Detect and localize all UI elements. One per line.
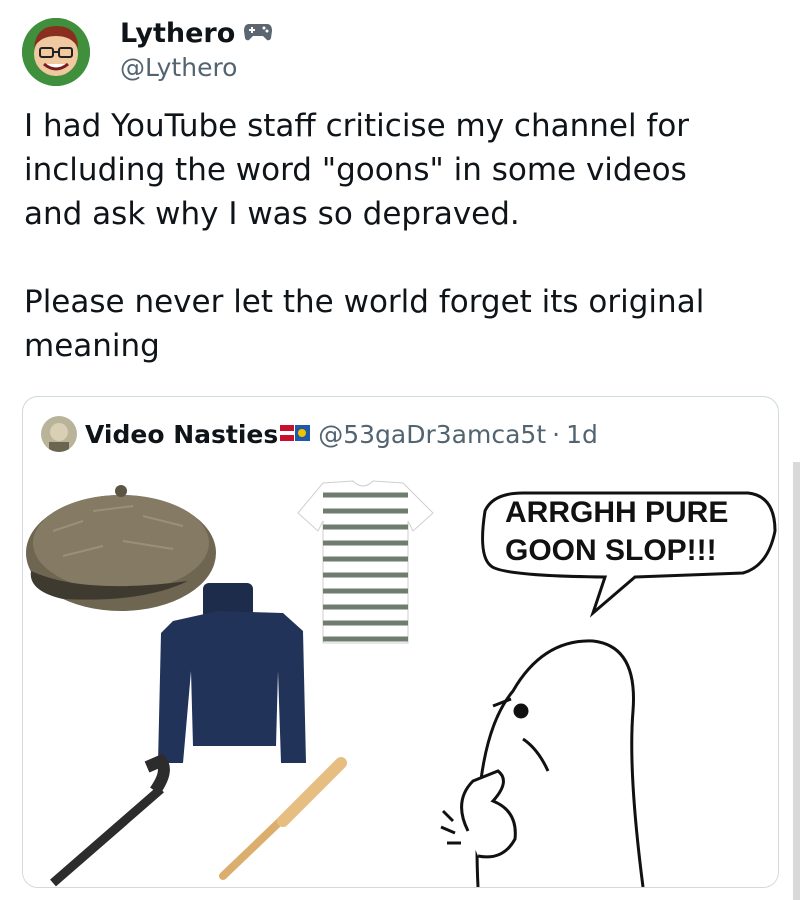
tweet-paragraph-2: Please never let the world forget its or…: [24, 284, 705, 364]
author-handle[interactable]: @Lythero: [120, 53, 237, 82]
quoted-tweet-header: Video Nasties @53gaDr3amca5t · 1d: [23, 397, 778, 471]
author-name[interactable]: Lythero: [120, 18, 235, 49]
tweet-paragraph-1: I had YouTube staff criticise my channel…: [24, 108, 690, 232]
tweet-text: I had YouTube staff criticise my channel…: [24, 104, 774, 368]
quoted-author-name[interactable]: Video Nasties: [85, 420, 278, 449]
baseball-bat-image: [219, 757, 347, 880]
separator-dot: ·: [552, 419, 561, 449]
quoted-author-handle[interactable]: @53gaDr3amca5t: [318, 420, 546, 449]
quoted-tweet-card[interactable]: Video Nasties @53gaDr3amca5t · 1d: [22, 396, 779, 888]
character-thinking-image: [440, 639, 645, 887]
iron-pipe-image: [50, 753, 170, 887]
gamepad-icon: [243, 18, 273, 49]
quoted-author-avatar[interactable]: [41, 416, 77, 452]
author-name-row[interactable]: Lythero: [120, 18, 273, 49]
flat-cap-image: [26, 485, 216, 611]
author-avatar[interactable]: [22, 18, 90, 86]
quoted-timestamp[interactable]: 1d: [566, 420, 598, 449]
striped-t-shirt-image: [297, 480, 434, 644]
navy-turtleneck-image: [158, 583, 306, 763]
speech-bubble-text: ARRGHH PURE GOON SLOP!!!: [505, 496, 729, 567]
flag-emoji-icons: [280, 420, 311, 449]
scrollbar[interactable]: [793, 462, 800, 900]
